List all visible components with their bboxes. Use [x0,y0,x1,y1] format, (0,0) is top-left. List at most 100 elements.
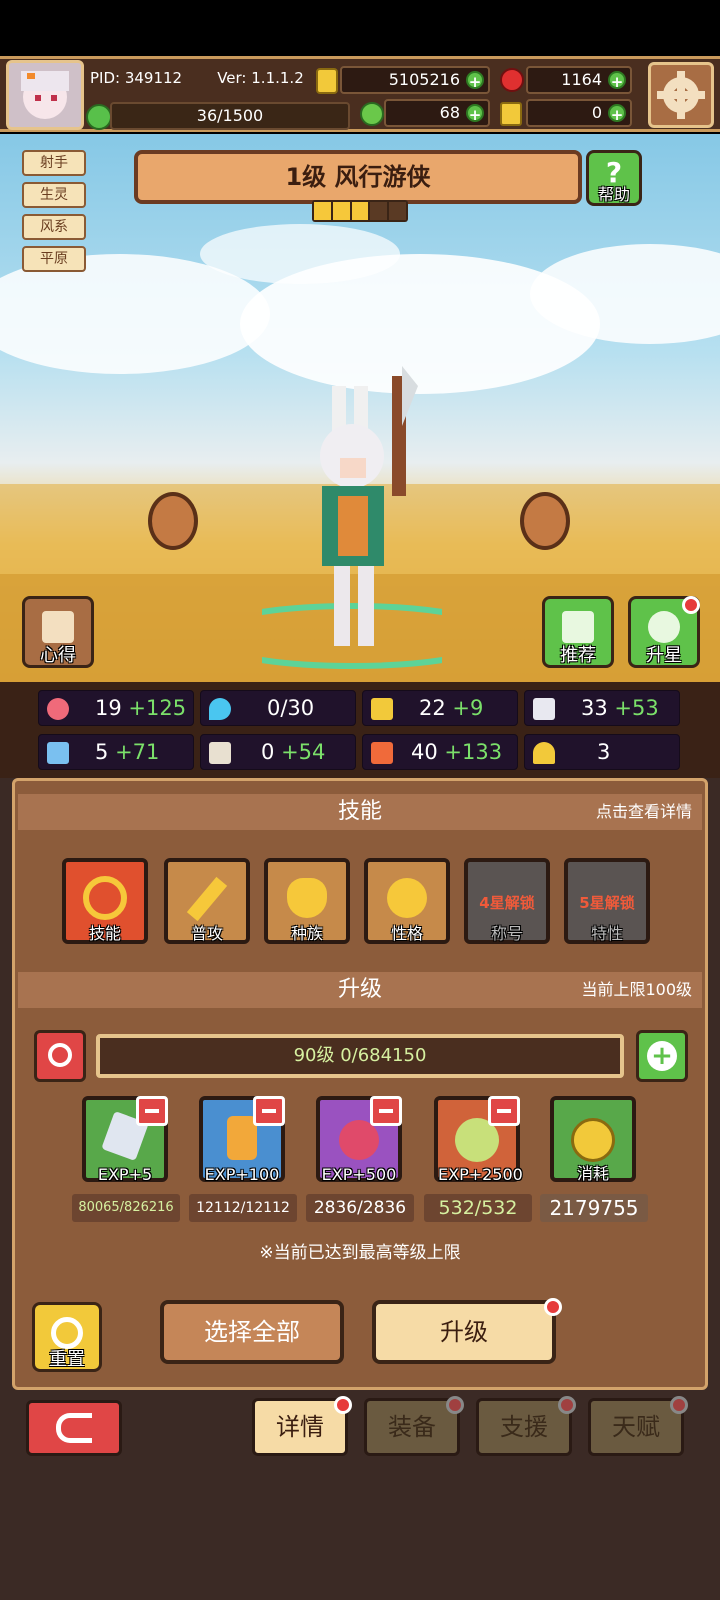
exp-item-crystal[interactable]: EXP+5 [82,1096,168,1184]
tab-label: 装备 [388,1413,436,1441]
exp-item-label: EXP+5 [97,1165,153,1184]
add-gem-button[interactable]: + [608,71,626,91]
tab-label: 详情 [276,1413,324,1441]
exp-item-label: EXP+500 [321,1165,397,1184]
portrait-icon [47,742,69,764]
skill-slot-label: 普攻 [190,924,223,943]
settings-gear-icon[interactable] [648,62,714,128]
skill-slot-title-locked[interactable]: 4星解锁 称号 [464,858,550,944]
rabbit-icon [287,878,327,918]
upgrade-section-header: 升级 当前上限100级 [18,972,702,1008]
select-all-label: 选择全部 [204,1318,300,1346]
hero-title: 1级 风行游侠 [285,163,431,191]
remove-item-button[interactable] [488,1096,520,1126]
stat-luck: 3 [524,734,680,770]
book-icon [209,742,231,764]
skill-slot-race[interactable]: 种族 [264,858,350,944]
skill-slot-label: 特性 [590,924,623,943]
key-icon [500,102,522,126]
stat-charm: 5 +71 [38,734,194,770]
figure-icon [387,878,427,918]
gem-icon [500,68,524,92]
skills-section-title: 技能 [337,799,382,824]
skill-slot-trait-locked[interactable]: 5星解锁 特性 [564,858,650,944]
tag-race[interactable]: 生灵 [22,182,86,208]
skill-slot-attack[interactable]: 普攻 [164,858,250,944]
plus-circle-icon: + [647,1041,677,1071]
recommend-button[interactable]: 推荐 [542,596,614,668]
stat-intellect: 0 +54 [200,734,356,770]
decrease-level-button[interactable] [34,1030,86,1082]
skill-slot-label: 性格 [390,924,423,943]
skill-slot-skill[interactable]: 技能 [62,858,148,944]
skill-slot-label: 称号 [490,924,523,943]
help-label: 帮助 [597,185,630,204]
tag-class[interactable]: 射手 [22,150,86,176]
back-button[interactable] [26,1400,122,1456]
stat-value: 22 [419,696,446,720]
insight-button[interactable]: 心得 [22,596,94,668]
star-rating [312,200,408,222]
insight-label: 心得 [40,645,76,666]
level-progress-text: 90级 0/684150 [293,1045,427,1066]
star-empty-icon [370,202,388,220]
remove-item-button[interactable] [136,1096,168,1126]
reset-button[interactable]: 重置 [32,1302,102,1372]
wing-icon [533,698,555,720]
previous-hero-arrow-icon[interactable] [148,492,198,550]
star-filled-icon [351,202,369,220]
tag-terrain[interactable]: 平原 [22,246,86,272]
stat-bonus: +9 [452,696,484,720]
skills-section-hint: 点击查看详情 [595,802,692,821]
coin-icon [571,1118,615,1162]
add-clover-button[interactable]: + [466,104,484,124]
down-arrow-icon [48,1043,72,1067]
upgrade-label: 升级 [440,1318,488,1346]
gem-amount: 1164 [561,70,602,89]
next-hero-arrow-icon[interactable] [520,492,570,550]
scroll-icon [42,611,74,643]
boot-icon [371,742,393,764]
exp-item-cabbage[interactable]: EXP+2500 [434,1096,523,1184]
help-button[interactable]: ? 帮助 [586,150,642,206]
stat-bonus: +125 [128,696,187,720]
star-empty-icon [389,202,406,220]
exp-item-count: 80065/826216 [72,1194,180,1222]
tab-label: 天赋 [612,1413,660,1441]
gold-cost-item: 消耗 [550,1096,636,1183]
exp-item-label: EXP+2500 [438,1165,523,1184]
player-id: PID: 349112 [90,69,183,87]
remove-item-button[interactable] [253,1096,285,1126]
upgrade-button[interactable]: 升级 [372,1300,556,1364]
skill-slot-label: 技能 [88,924,121,943]
player-avatar[interactable] [6,60,84,130]
stat-bonus: +71 [115,740,160,764]
unlock-requirement: 5星解锁 [579,894,635,912]
increase-level-button[interactable]: + [636,1030,688,1082]
select-all-button[interactable]: 选择全部 [160,1300,344,1364]
tag-element[interactable]: 风系 [22,214,86,240]
heart-icon [47,698,69,720]
stat-value: 3 [597,740,611,764]
add-gold-button[interactable]: + [466,71,484,91]
add-key-button[interactable]: + [608,104,626,124]
exp-item-potion[interactable]: EXP+100 [199,1096,285,1184]
skill-slot-personality[interactable]: 性格 [364,858,450,944]
gold-amount: 5105216 [388,70,460,89]
stat-speed: 33 +53 [524,690,680,726]
remove-item-button[interactable] [370,1096,402,1126]
stat-bonus: +54 [281,740,326,764]
notification-dot [446,1396,464,1414]
stat-value: 33 [581,696,608,720]
horseshoe-icon [533,742,555,764]
sword-icon [186,876,228,922]
exp-item-berry[interactable]: EXP+500 [316,1096,402,1184]
game-version: Ver: 1.1.1.2 [217,69,304,87]
stat-value: 40 [411,740,438,764]
notification-dot [544,1298,562,1316]
stamina-clover-icon [86,104,112,130]
exp-item-count: 2836/2836 [306,1194,414,1222]
skill-slot-label: 种族 [290,924,323,943]
thumbs-up-icon [562,611,594,643]
hero-character-sprite[interactable] [199,366,505,676]
